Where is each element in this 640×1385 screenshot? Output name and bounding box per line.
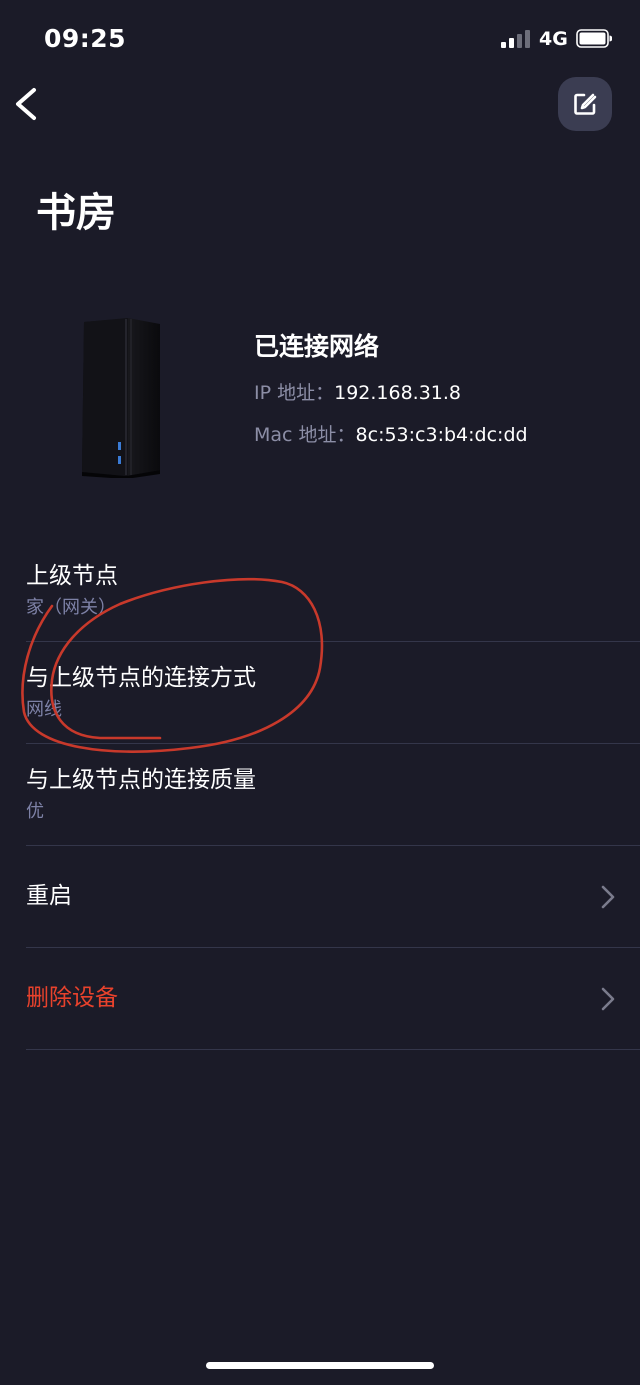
connection-quality-label: 与上级节点的连接质量	[26, 767, 256, 793]
connection-status: 已连接网络	[254, 332, 380, 361]
connection-quality-value: 优	[26, 801, 44, 822]
status-bar: 09:25 4G	[0, 0, 640, 80]
edit-button[interactable]	[558, 77, 612, 131]
restart-button[interactable]: 重启	[26, 846, 640, 948]
page-title: 书房	[36, 190, 116, 236]
mac-address-value: 8c:53:c3:b4:dc:dd	[355, 424, 528, 446]
list-item-parent-node: 上级节点 家（网关）	[26, 540, 640, 642]
parent-node-value: 家（网关）	[26, 597, 116, 618]
status-time: 09:25	[44, 24, 127, 53]
chevron-left-icon[interactable]	[12, 84, 42, 124]
mac-address-label: Mac 地址：	[254, 424, 356, 446]
network-type: 4G	[539, 28, 568, 50]
chevron-right-icon	[601, 885, 615, 909]
battery-icon	[576, 29, 612, 48]
connection-method-label: 与上级节点的连接方式	[26, 665, 256, 691]
chevron-right-icon	[601, 987, 615, 1011]
parent-node-label: 上级节点	[26, 563, 118, 589]
delete-device-label: 删除设备	[26, 985, 118, 1011]
ip-address-value: 192.168.31.8	[334, 382, 462, 404]
list-item-connection-method: 与上级节点的连接方式 网线	[26, 642, 640, 744]
delete-device-button[interactable]: 删除设备	[26, 948, 640, 1050]
ip-address-label: IP 地址：	[254, 382, 335, 404]
connection-method-value: 网线	[26, 699, 62, 720]
restart-label: 重启	[26, 883, 72, 909]
mac-address-row: Mac 地址：8c:53:c3:b4:dc:dd	[254, 422, 528, 448]
edit-icon	[574, 93, 597, 115]
home-indicator[interactable]	[206, 1362, 434, 1369]
list-item-connection-quality: 与上级节点的连接质量 优	[26, 744, 640, 846]
device-info: 已连接网络 IP 地址：192.168.31.8 Mac 地址：8c:53:c3…	[254, 330, 528, 448]
ip-address-row: IP 地址：192.168.31.8	[254, 380, 528, 406]
signal-strength-icon	[501, 30, 531, 48]
settings-list: 上级节点 家（网关） 与上级节点的连接方式 网线 与上级节点的连接质量 优 重启…	[26, 540, 640, 1050]
mesh-router-tower-image	[82, 318, 160, 478]
